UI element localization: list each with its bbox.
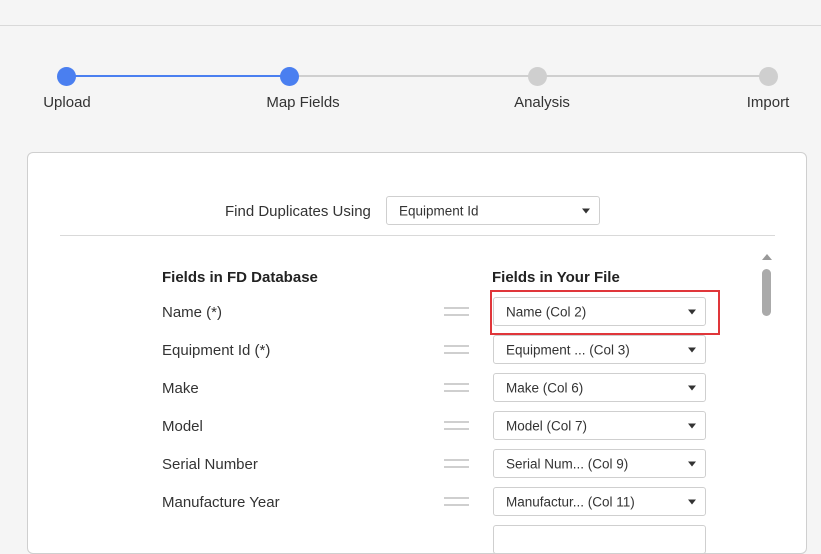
field-mapping-panel: Find Duplicates Using Equipment Id Field… xyxy=(27,152,807,554)
file-field-value: Serial Num... (Col 9) xyxy=(506,456,629,471)
step-upload-dot[interactable] xyxy=(57,67,76,86)
db-field-model: Model xyxy=(162,418,203,435)
scrollbar-thumb[interactable] xyxy=(762,269,771,316)
chevron-down-icon xyxy=(688,423,696,428)
step-upload-label[interactable]: Upload xyxy=(43,94,91,111)
file-field-select-make[interactable]: Make (Col 6) xyxy=(493,373,706,402)
step-map-fields-dot[interactable] xyxy=(280,67,299,86)
chevron-down-icon xyxy=(688,347,696,352)
scroll-up-arrow-icon[interactable] xyxy=(762,254,772,260)
drag-handle-icon[interactable] xyxy=(444,383,469,392)
highlight-box xyxy=(490,290,720,335)
chevron-down-icon xyxy=(688,499,696,504)
drag-handle-icon[interactable] xyxy=(444,307,469,316)
db-fields-header: Fields in FD Database xyxy=(162,269,318,286)
find-duplicates-label: Find Duplicates Using xyxy=(225,203,371,220)
db-field-equipment-id: Equipment Id (*) xyxy=(162,342,271,359)
file-field-select-serial-number[interactable]: Serial Num... (Col 9) xyxy=(493,449,706,478)
drag-handle-icon[interactable] xyxy=(444,421,469,430)
step-analysis-dot xyxy=(528,67,547,86)
stepper-progress-track xyxy=(66,75,289,77)
file-field-value: Manufactur... (Col 11) xyxy=(506,494,635,509)
file-field-value: Equipment ... (Col 3) xyxy=(506,342,630,357)
chevron-down-icon xyxy=(688,385,696,390)
drag-handle-icon[interactable] xyxy=(444,497,469,506)
step-import-dot xyxy=(759,67,778,86)
step-analysis-label: Analysis xyxy=(514,94,570,111)
import-stepper: Upload Map Fields Analysis Import xyxy=(0,60,821,120)
file-field-select-equipment-id[interactable]: Equipment ... (Col 3) xyxy=(493,335,706,364)
file-field-select-model[interactable]: Model (Col 7) xyxy=(493,411,706,440)
find-duplicates-value: Equipment Id xyxy=(399,203,479,218)
step-map-fields-label[interactable]: Map Fields xyxy=(266,94,339,111)
db-field-make: Make xyxy=(162,380,199,397)
file-field-value: Make (Col 6) xyxy=(506,380,584,395)
db-field-name: Name (*) xyxy=(162,304,223,321)
drag-handle-icon[interactable] xyxy=(444,459,469,468)
file-field-select-next[interactable] xyxy=(493,525,706,554)
file-field-select-manufacture-year[interactable]: Manufactur... (Col 11) xyxy=(493,487,706,516)
db-field-serial-number: Serial Number xyxy=(162,456,258,473)
drag-handle-icon[interactable] xyxy=(444,345,469,354)
step-import-label: Import xyxy=(746,94,790,111)
file-fields-header: Fields in Your File xyxy=(492,269,620,286)
find-duplicates-select[interactable]: Equipment Id xyxy=(386,196,600,225)
section-divider xyxy=(60,235,775,236)
db-field-manufacture-year: Manufacture Year xyxy=(162,494,280,511)
top-divider xyxy=(0,25,821,26)
chevron-down-icon xyxy=(582,208,590,213)
file-field-value: Model (Col 7) xyxy=(506,418,588,433)
chevron-down-icon xyxy=(688,461,696,466)
